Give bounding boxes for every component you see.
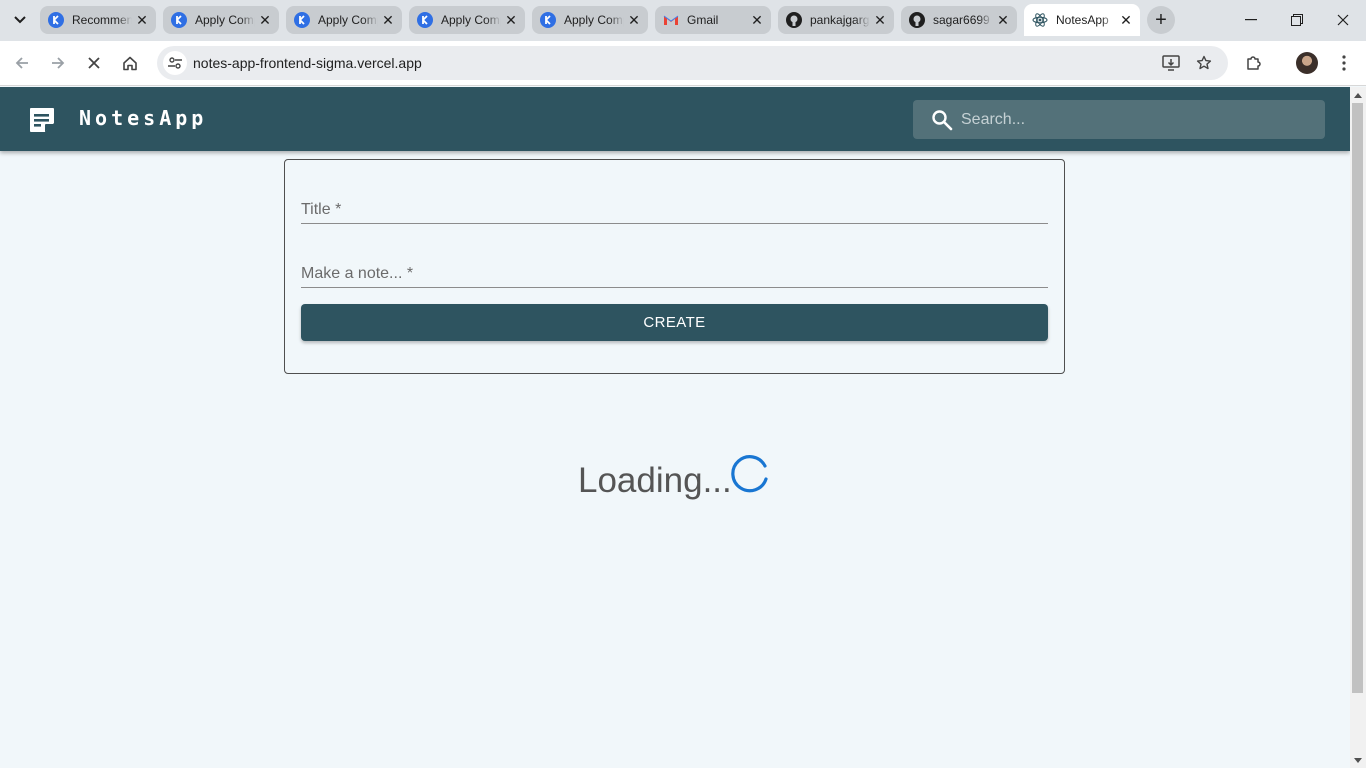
arrow-left-icon <box>15 57 28 69</box>
stop-loading-button[interactable] <box>80 49 108 77</box>
extensions-button[interactable] <box>1240 49 1268 77</box>
puzzle-icon <box>1247 56 1261 70</box>
forward-button[interactable] <box>44 49 72 77</box>
arrow-right-icon <box>52 57 65 69</box>
minimize-icon <box>1245 19 1257 21</box>
tune-icon <box>168 57 182 69</box>
install-app-button[interactable] <box>1159 51 1183 75</box>
scroll-up-button[interactable] <box>1350 87 1366 103</box>
create-button[interactable]: CREATE <box>301 304 1048 341</box>
browser-tab[interactable]: pankajgarg ✕ <box>778 6 894 34</box>
github-icon <box>786 12 802 28</box>
browser-tab-active[interactable]: NotesApp ✕ <box>1024 4 1140 36</box>
site-info-button[interactable] <box>163 51 187 75</box>
bookmark-button[interactable] <box>1192 51 1216 75</box>
caret-down-icon <box>1354 757 1362 763</box>
star-icon <box>1196 55 1212 70</box>
browser-tab-strip: Recommended Jobs ✕ Apply Company ✕ Apply… <box>0 0 1366 41</box>
close-tab-icon[interactable]: ✕ <box>132 10 152 30</box>
tab-title: sagar6699 <box>933 13 990 27</box>
browser-tab[interactable]: Apply Company ✕ <box>409 6 525 34</box>
search-box[interactable] <box>913 100 1325 139</box>
title-field[interactable] <box>301 190 1048 224</box>
tab-title: NotesApp <box>1056 13 1109 27</box>
note-input[interactable] <box>301 254 1048 287</box>
minimize-button[interactable] <box>1228 0 1274 40</box>
browser-tab[interactable]: Apply Company ✕ <box>286 6 402 34</box>
browser-tab[interactable]: Apply Company ✕ <box>532 6 648 34</box>
tab-title: Apply Company <box>564 13 624 27</box>
address-bar[interactable]: notes-app-frontend-sigma.vercel.app <box>157 46 1228 80</box>
title-input[interactable] <box>301 190 1048 223</box>
create-note-form: CREATE <box>284 159 1065 374</box>
close-tab-icon[interactable]: ✕ <box>870 10 890 30</box>
tab-search-button[interactable] <box>8 8 32 32</box>
gmail-icon <box>663 12 679 28</box>
search-input[interactable] <box>961 100 1311 139</box>
browser-tab[interactable]: Gmail ✕ <box>655 6 771 34</box>
home-icon <box>123 56 137 71</box>
browser-tab[interactable]: Apply Company ✕ <box>163 6 279 34</box>
close-icon <box>1337 14 1349 26</box>
react-icon <box>1032 12 1048 28</box>
app-brand-name: NotesApp <box>79 106 208 130</box>
restore-button[interactable] <box>1274 0 1320 40</box>
close-tab-icon[interactable]: ✕ <box>378 10 398 30</box>
profile-button[interactable] <box>1293 49 1321 77</box>
scrollbar-thumb[interactable] <box>1352 103 1363 693</box>
chevron-down-icon <box>14 16 26 24</box>
tab-title: pankajgarg <box>810 13 870 27</box>
browser-menu-button[interactable] <box>1330 49 1358 77</box>
page-viewport: NotesApp CREATE Loading... <box>0 87 1350 768</box>
tab-title: Recommended Jobs <box>72 13 132 27</box>
close-tab-icon[interactable]: ✕ <box>624 10 644 30</box>
browser-tab[interactable]: sagar6699 ✕ <box>901 6 1017 34</box>
loading-text: Loading... <box>578 461 732 500</box>
blue-k-icon <box>540 12 556 28</box>
note-icon <box>30 108 54 132</box>
close-tab-icon[interactable]: ✕ <box>747 10 767 30</box>
browser-tab[interactable]: Recommended Jobs ✕ <box>40 6 156 34</box>
blue-k-icon <box>171 12 187 28</box>
avatar <box>1296 52 1318 74</box>
close-tab-icon[interactable]: ✕ <box>255 10 275 30</box>
caret-up-icon <box>1354 92 1362 98</box>
page-scrollbar[interactable] <box>1350 87 1366 768</box>
tab-title: Apply Company <box>441 13 501 27</box>
browser-toolbar: notes-app-frontend-sigma.vercel.app <box>0 41 1366 86</box>
scroll-down-button[interactable] <box>1350 752 1366 768</box>
close-tab-icon[interactable]: ✕ <box>993 10 1013 30</box>
search-icon <box>932 110 953 131</box>
back-button[interactable] <box>8 49 36 77</box>
blue-k-icon <box>48 12 64 28</box>
home-button[interactable] <box>116 49 144 77</box>
plus-icon: + <box>1155 8 1167 31</box>
blue-k-icon <box>417 12 433 28</box>
more-vert-icon <box>1342 55 1346 71</box>
url-text[interactable]: notes-app-frontend-sigma.vercel.app <box>193 55 422 71</box>
tab-title: Gmail <box>687 13 719 27</box>
close-icon <box>88 57 100 69</box>
install-icon <box>1162 55 1180 71</box>
restore-icon <box>1291 14 1303 26</box>
close-window-button[interactable] <box>1320 0 1366 40</box>
app-header: NotesApp <box>0 87 1350 151</box>
blue-k-icon <box>294 12 310 28</box>
github-icon <box>909 12 925 28</box>
note-field[interactable] <box>301 254 1048 288</box>
tab-title: Apply Company <box>318 13 378 27</box>
loading-spinner-icon <box>731 455 768 493</box>
tab-title: Apply Company <box>195 13 255 27</box>
new-tab-button[interactable]: + <box>1147 6 1175 34</box>
close-tab-icon[interactable]: ✕ <box>1116 10 1136 30</box>
close-tab-icon[interactable]: ✕ <box>501 10 521 30</box>
